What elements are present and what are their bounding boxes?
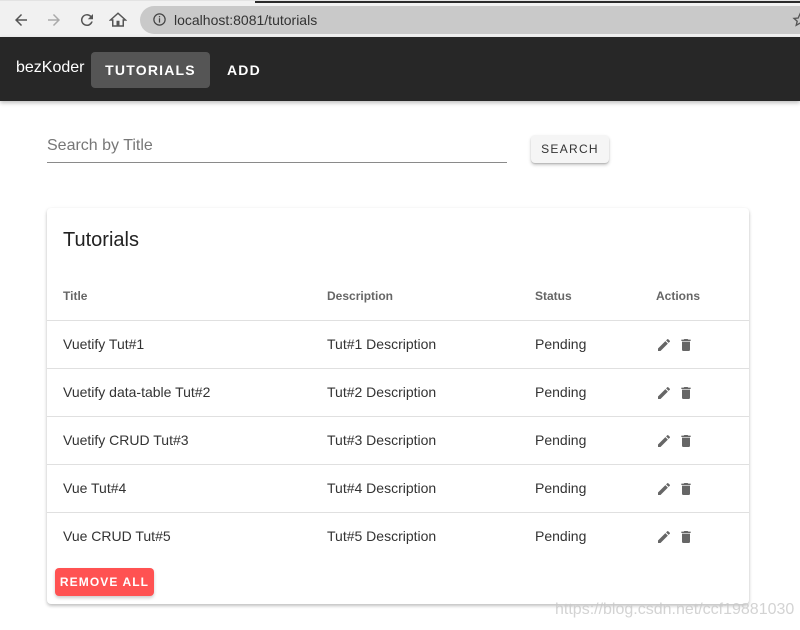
cell-description: Tut#5 Description <box>327 528 437 545</box>
cell-actions <box>656 464 749 513</box>
cell-status: Pending <box>535 320 656 369</box>
cell-status: Pending <box>535 464 656 513</box>
cell-status: Pending <box>535 368 656 417</box>
app-bar: bezKoder TUTORIALS ADD <box>0 37 800 101</box>
info-icon[interactable] <box>152 12 167 27</box>
edit-pencil-icon[interactable] <box>656 529 672 545</box>
tab-add[interactable]: ADD <box>211 52 277 88</box>
arrow-left-icon <box>15 14 27 26</box>
tutorials-card: Tutorials Title Description Status Actio… <box>47 208 749 604</box>
edit-pencil-icon[interactable] <box>656 433 672 449</box>
table-header-row: Title Description Status Actions <box>47 272 749 321</box>
column-header-status[interactable]: Status <box>535 272 656 321</box>
delete-trash-icon[interactable] <box>678 529 694 545</box>
cell-description: Tut#3 Description <box>327 416 535 465</box>
edit-pencil-icon[interactable] <box>656 385 672 401</box>
back-button[interactable] <box>10 9 32 31</box>
cell-description: Tut#2 Description <box>327 368 535 417</box>
delete-trash-icon[interactable] <box>678 433 694 449</box>
home-button[interactable] <box>107 9 129 31</box>
browser-toolbar: localhost:8081/tutorials <box>0 0 800 37</box>
search-field <box>47 132 507 163</box>
search-button[interactable]: SEARCH <box>531 135 609 163</box>
reload-button[interactable] <box>76 9 98 31</box>
search-input[interactable] <box>47 132 507 160</box>
table-row: Vuetify CRUD Tut#3 Tut#3 Description Pendi… <box>47 416 749 465</box>
cell-actions <box>656 320 749 369</box>
cell-title: Vue Tut#4 <box>47 464 327 513</box>
delete-trash-icon[interactable] <box>678 481 694 497</box>
address-bar[interactable]: localhost:8081/tutorials <box>140 6 800 34</box>
delete-trash-icon[interactable] <box>678 337 694 353</box>
cell-actions <box>656 368 749 417</box>
cell-title: Vuetify data-table Tut#2 <box>47 368 327 417</box>
cell-description: Tut#4 Description <box>327 464 535 513</box>
column-header-actions: Actions <box>656 272 749 321</box>
cell-title: Vuetify CRUD Tut#3 <box>47 416 327 465</box>
cell-status: Pending <box>535 528 587 545</box>
table-row: Vuetify data-table Tut#2 Tut#2 Descriptio… <box>47 368 749 417</box>
cell-title: Vuetify Tut#1 <box>47 320 327 369</box>
column-header-title[interactable]: Title <box>47 272 327 321</box>
cell-actions <box>656 512 749 560</box>
card-title: Tutorials <box>63 229 139 251</box>
bookmark-star-icon[interactable] <box>792 12 800 28</box>
arrow-right-icon <box>48 14 60 26</box>
delete-trash-icon[interactable] <box>678 385 694 401</box>
url-text: localhost:8081/tutorials <box>174 12 318 28</box>
table-row: Vuetify Tut#1 Tut#1 Description Pending <box>47 320 749 369</box>
cell-title: Vue CRUD Tut#5 <box>63 528 171 545</box>
column-header-description[interactable]: Description <box>327 272 535 321</box>
home-icon <box>109 12 127 27</box>
remove-all-button[interactable]: REMOVE ALL <box>55 568 154 596</box>
tab-tutorials[interactable]: TUTORIALS <box>91 52 210 88</box>
cell-description: Tut#1 Description <box>327 320 535 369</box>
window-edge <box>255 1 800 3</box>
cell-status: Pending <box>535 416 656 465</box>
reload-icon <box>80 14 93 27</box>
edit-pencil-icon[interactable] <box>656 337 672 353</box>
edit-pencil-icon[interactable] <box>656 481 672 497</box>
cell-actions <box>656 416 749 465</box>
table-row: Vue CRUD Tut#5 Tut#5 Description Pending <box>47 512 749 560</box>
brand-logo[interactable]: bezKoder <box>16 59 85 77</box>
table-row: Vue Tut#4 Tut#4 Description Pending <box>47 464 749 513</box>
tutorials-table: Title Description Status Actions Vuetify… <box>47 272 749 560</box>
forward-button[interactable] <box>43 9 65 31</box>
watermark: https://blog.csdn.net/ccf19881030 <box>555 601 795 618</box>
